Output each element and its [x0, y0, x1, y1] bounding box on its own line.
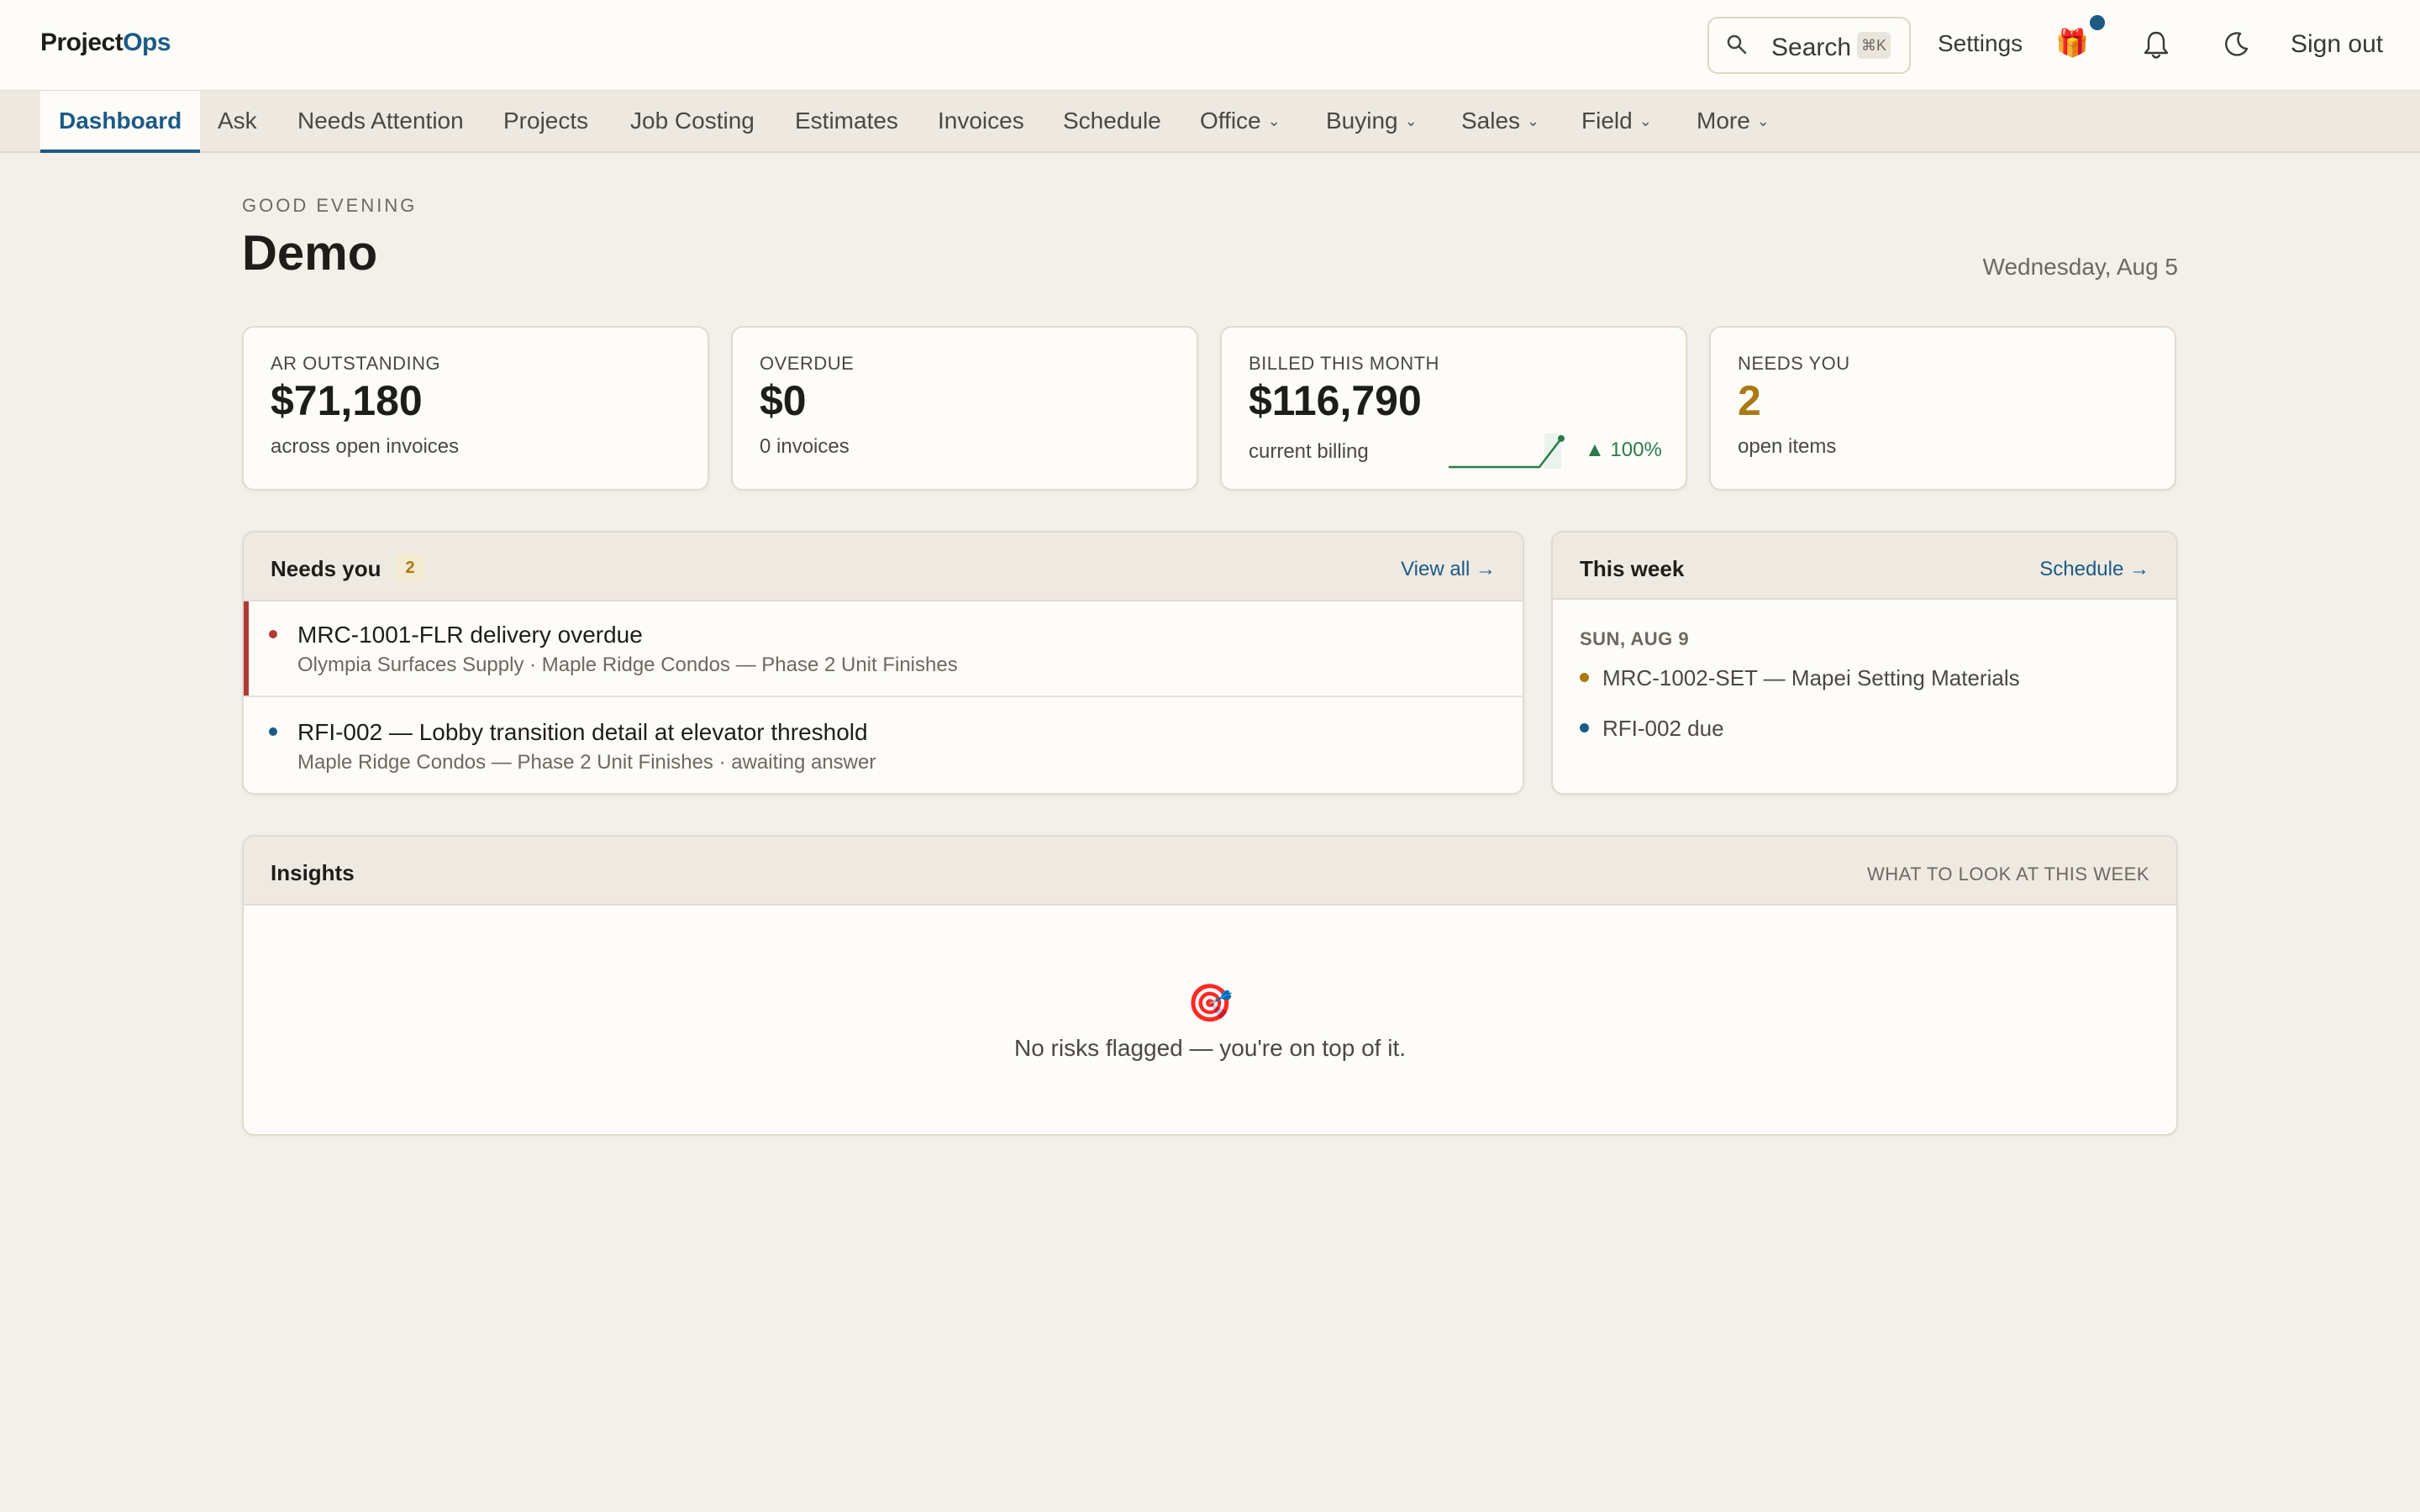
settings-link[interactable]: Settings [1938, 30, 2023, 57]
nav-sales-label: Sales [1461, 108, 1521, 134]
schedule-link[interactable]: Schedule → [2039, 558, 2149, 581]
panel-header: This week Schedule → [1553, 533, 2176, 600]
nav-sales[interactable]: Sales ⌄ [1461, 91, 1539, 153]
nav-projects[interactable]: Projects [503, 91, 588, 153]
attention-item[interactable]: MRC-1001-FLR delivery overdue Olympia Su… [244, 601, 1523, 697]
logo-accent: Ops [123, 29, 171, 56]
status-dot [269, 727, 277, 736]
panel-title: This week [1580, 556, 1685, 581]
stat-value: $71,180 [271, 377, 423, 424]
attention-item-title: MRC-1001-FLR delivery overdue [297, 622, 643, 648]
schedule-item-label: RFI-002 due [1602, 716, 1724, 741]
greeting-kicker: GOOD EVENING [242, 195, 418, 216]
target-icon: 🎯 [1186, 983, 1234, 1024]
gift-icon[interactable]: 🎁 [2055, 27, 2089, 59]
attention-item-title: RFI-002 — Lobby transition detail at ele… [297, 719, 868, 745]
page-title: Demo [242, 226, 378, 281]
nav-needs-attention[interactable]: Needs Attention [297, 91, 464, 153]
trend-indicator: ▲ 100% [1585, 438, 1662, 461]
stat-subtext: current billing [1249, 440, 1369, 463]
stat-label: OVERDUE [760, 353, 855, 374]
nav-job-costing[interactable]: Job Costing [630, 91, 755, 153]
nav-invoices[interactable]: Invoices [938, 91, 1024, 153]
schedule-item[interactable]: RFI-002 due [1580, 716, 1724, 742]
empty-state-text: No risks flagged — you're on top of it. [1013, 1035, 1407, 1061]
nav-more[interactable]: More ⌄ [1697, 91, 1770, 153]
stat-value: $116,790 [1249, 377, 1422, 424]
search-button[interactable]: Search ⌘K [1707, 17, 1911, 74]
search-label: Search [1771, 34, 1852, 61]
search-icon [1726, 34, 1748, 61]
main-nav: Dashboard Ask Needs Attention Projects J… [0, 91, 2420, 153]
notification-dot [2090, 15, 2105, 30]
stat-label: BILLED THIS MONTH [1249, 353, 1439, 374]
panel-title: Insights [271, 860, 355, 885]
week-day-heading: SUN, AUG 9 [1580, 628, 1690, 649]
moon-icon[interactable] [2222, 30, 2250, 59]
stat-card-billed-this-month[interactable]: BILLED THIS MONTH $116,790 current billi… [1220, 326, 1687, 491]
this-week-panel: This week Schedule → SUN, AUG 9 MRC-1002… [1551, 531, 2178, 795]
stat-label: NEEDS YOU [1738, 353, 1850, 374]
stat-label: AR OUTSTANDING [271, 353, 441, 374]
needs-you-panel: Needs you 2 View all → MRC-1001-FLR deli… [242, 531, 1524, 795]
stat-value: $0 [760, 377, 807, 424]
nav-field[interactable]: Field ⌄ [1581, 91, 1652, 153]
logo-main: Project [40, 29, 124, 56]
view-all-link[interactable]: View all → [1401, 558, 1496, 581]
stat-subtext: 0 invoices [760, 435, 850, 458]
nav-field-label: Field [1581, 108, 1633, 134]
stat-card-overdue[interactable]: OVERDUE $0 0 invoices [731, 326, 1198, 491]
chevron-down-icon: ⌄ [1639, 113, 1652, 129]
nav-dashboard[interactable]: Dashboard [40, 91, 201, 153]
chevron-down-icon: ⌄ [1756, 113, 1770, 129]
panel-note: WHAT TO LOOK AT THIS WEEK [1866, 864, 2149, 885]
chevron-down-icon: ⌄ [1404, 113, 1418, 129]
attention-item-meta: Olympia Surfaces Supply · Maple Ridge Co… [297, 654, 958, 676]
stat-card-ar-outstanding[interactable]: AR OUTSTANDING $71,180 across open invoi… [242, 326, 709, 491]
nav-ask[interactable]: Ask [218, 91, 257, 153]
chevron-down-icon: ⌄ [1267, 113, 1281, 129]
top-bar: ProjectOps Search ⌘K Settings 🎁 Sign out [0, 0, 2420, 91]
nav-office-label: Office [1200, 108, 1261, 134]
attention-item[interactable]: RFI-002 — Lobby transition detail at ele… [244, 699, 1523, 793]
nav-buying-label: Buying [1326, 108, 1398, 134]
sign-out-link[interactable]: Sign out [2291, 30, 2383, 59]
chevron-down-icon: ⌄ [1527, 113, 1540, 129]
stat-card-needs-you[interactable]: NEEDS YOU 2 open items [1709, 326, 2176, 491]
current-date: Wednesday, Aug 5 [1982, 254, 2178, 280]
nav-more-label: More [1697, 108, 1750, 134]
status-dot [269, 630, 277, 638]
attention-item-meta: Maple Ridge Condos — Phase 2 Unit Finish… [297, 751, 876, 774]
stat-value: 2 [1738, 377, 1761, 424]
bell-icon[interactable] [2143, 30, 2170, 60]
panel-title: Needs you [271, 556, 381, 581]
insights-panel: Insights WHAT TO LOOK AT THIS WEEK 🎯 No … [242, 835, 2178, 1136]
schedule-item-label: MRC-1002-SET — Mapei Setting Materials [1602, 665, 2020, 690]
stat-subtext: across open invoices [271, 435, 460, 458]
count-badge: 2 [395, 553, 425, 583]
schedule-item[interactable]: MRC-1002-SET — Mapei Setting Materials [1580, 665, 2020, 691]
search-shortcut: ⌘K [1857, 32, 1891, 59]
nav-buying[interactable]: Buying ⌄ [1326, 91, 1418, 153]
urgency-bar [244, 601, 249, 696]
panel-header: Insights WHAT TO LOOK AT THIS WEEK [244, 837, 2176, 906]
billing-sparkline [1449, 433, 1565, 469]
status-dot [1580, 673, 1589, 682]
nav-office[interactable]: Office ⌄ [1200, 91, 1281, 153]
stat-subtext: open items [1738, 435, 1837, 458]
nav-schedule[interactable]: Schedule [1063, 91, 1161, 153]
status-dot [1580, 723, 1589, 732]
nav-estimates[interactable]: Estimates [795, 91, 898, 153]
panel-header: Needs you 2 View all → [244, 533, 1523, 601]
app-logo[interactable]: ProjectOps [40, 29, 171, 57]
